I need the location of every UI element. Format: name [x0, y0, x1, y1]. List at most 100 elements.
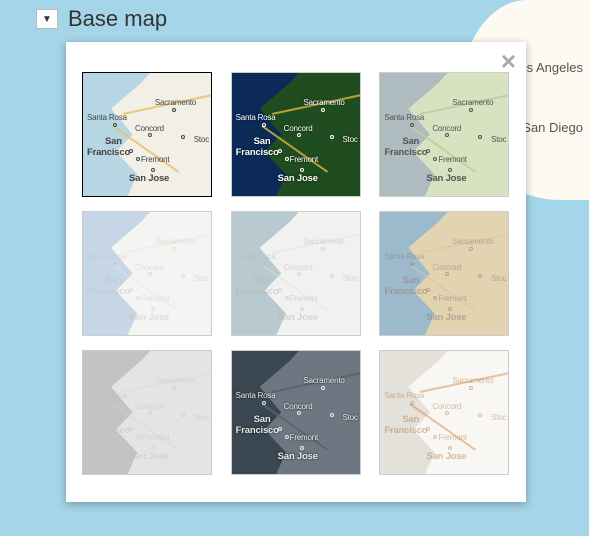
city-label: San Jose	[278, 312, 318, 323]
city-label: Sacramento	[155, 237, 196, 246]
city-label: Francisco	[87, 147, 130, 158]
basemap-option-pale[interactable]: SacramentoSanta RosaConcordStocSanFranci…	[82, 211, 212, 336]
city-label: San Jose	[129, 312, 169, 323]
basemap-option-dark[interactable]: SacramentoSanta RosaConcordStocSanFranci…	[231, 350, 361, 475]
city-dot	[300, 446, 304, 450]
city-label: Concord	[135, 402, 164, 411]
city-label: San	[402, 414, 419, 425]
city-dot	[330, 413, 334, 417]
city-label: Sacramento	[304, 376, 345, 385]
city-label: Sacramento	[155, 376, 196, 385]
city-dot	[285, 296, 289, 300]
city-dot	[113, 262, 117, 266]
city-dot	[151, 307, 155, 311]
city-label: San	[402, 275, 419, 286]
city-label: Sacramento	[452, 376, 493, 385]
city-dot	[285, 435, 289, 439]
city-label: Francisco	[384, 147, 427, 158]
basemap-option-mono[interactable]: Sacramento Santa Rosa Concord Stoc SanFranci…	[82, 350, 212, 475]
basemap-picker-popup: × SacramentoSanta RosaConcordStocSanFran…	[66, 42, 526, 502]
city-label: Sacramento	[452, 237, 493, 246]
city-label: San	[105, 414, 122, 425]
city-dot	[113, 401, 117, 405]
city-label: San Jose	[278, 173, 318, 184]
city-label: Sacramento	[304, 237, 345, 246]
city-label: Fremont	[290, 294, 318, 303]
city-label: Stoc	[342, 413, 357, 422]
city-dot	[300, 168, 304, 172]
city-label: Concord	[432, 402, 461, 411]
city-label: Stoc	[194, 413, 209, 422]
chevron-down-icon: ▼	[42, 14, 52, 25]
city-dot	[129, 149, 133, 153]
city-label: Francisco	[236, 147, 279, 158]
city-label: San Jose	[129, 173, 169, 184]
city-label: Stoc	[491, 274, 506, 283]
city-label: Santa Rosa	[384, 113, 424, 122]
city-label: Fremont	[438, 433, 466, 442]
city-dot	[129, 288, 133, 292]
city-label: San	[105, 275, 122, 286]
city-dot	[278, 288, 282, 292]
city-label: San	[105, 136, 122, 147]
basemap-option-simple[interactable]: SacramentoSanta RosaConcordStocSanFranci…	[231, 211, 361, 336]
city-label: Concord	[432, 124, 461, 133]
city-label: Francisco	[87, 286, 130, 297]
basemap-option-terrain[interactable]: SacramentoSanta RosaConcordStocSanFranci…	[379, 72, 509, 197]
city-label: Concord	[284, 263, 313, 272]
city-label: San	[254, 136, 271, 147]
city-label: Santa Rosa	[384, 391, 424, 400]
city-dot	[300, 307, 304, 311]
city-dot	[136, 435, 140, 439]
city-dot	[297, 133, 301, 137]
city-label: Sacramento	[452, 98, 493, 107]
city-label: Stoc	[491, 413, 506, 422]
city-label: Fremont	[141, 155, 169, 164]
city-label: Stoc	[342, 135, 357, 144]
city-dot	[285, 157, 289, 161]
bg-city-sd: San Diego	[522, 120, 583, 135]
city-dot	[129, 427, 133, 431]
city-dot	[262, 401, 266, 405]
basemap-option-retro[interactable]: Sacramento Santa Rosa Concord Stoc SanFranci…	[379, 350, 509, 475]
city-label: Sacramento	[155, 98, 196, 107]
city-label: Stoc	[194, 274, 209, 283]
city-dot	[297, 272, 301, 276]
city-label: Francisco	[384, 286, 427, 297]
city-label: San	[254, 275, 271, 286]
basemap-option-atlas[interactable]: SacramentoSanta RosaConcordStocSanFranci…	[379, 211, 509, 336]
basemap-option-sat[interactable]: SacramentoSanta RosaConcordStocSanFranci…	[231, 72, 361, 197]
city-dot	[181, 135, 185, 139]
city-label: Fremont	[290, 433, 318, 442]
city-label: Concord	[284, 124, 313, 133]
city-label: Fremont	[141, 294, 169, 303]
city-dot	[113, 123, 117, 127]
city-label: Francisco	[87, 425, 130, 436]
basemap-grid: SacramentoSanta RosaConcordStocSanFranci…	[82, 72, 510, 475]
city-label: San Jose	[426, 312, 466, 323]
city-dot	[148, 411, 152, 415]
city-label: Francisco	[384, 425, 427, 436]
city-dot	[151, 446, 155, 450]
city-dot	[321, 386, 325, 390]
city-label: Fremont	[141, 433, 169, 442]
city-label: Concord	[135, 124, 164, 133]
city-dot	[262, 262, 266, 266]
city-dot	[278, 149, 282, 153]
city-label: Santa Rosa	[236, 391, 276, 400]
basemap-dropdown-button[interactable]: ▼	[36, 9, 58, 29]
city-label: Santa Rosa	[87, 113, 127, 122]
city-label: Francisco	[236, 425, 279, 436]
city-dot	[181, 274, 185, 278]
city-dot	[148, 272, 152, 276]
city-dot	[172, 108, 176, 112]
city-label: Santa Rosa	[87, 391, 127, 400]
city-label: Stoc	[342, 274, 357, 283]
close-button[interactable]: ×	[501, 48, 516, 74]
city-dot	[321, 247, 325, 251]
basemap-option-road[interactable]: SacramentoSanta RosaConcordStocSanFranci…	[82, 72, 212, 197]
city-dot	[172, 247, 176, 251]
city-dot	[136, 157, 140, 161]
city-label: San Jose	[426, 451, 466, 462]
city-label: San Jose	[426, 173, 466, 184]
